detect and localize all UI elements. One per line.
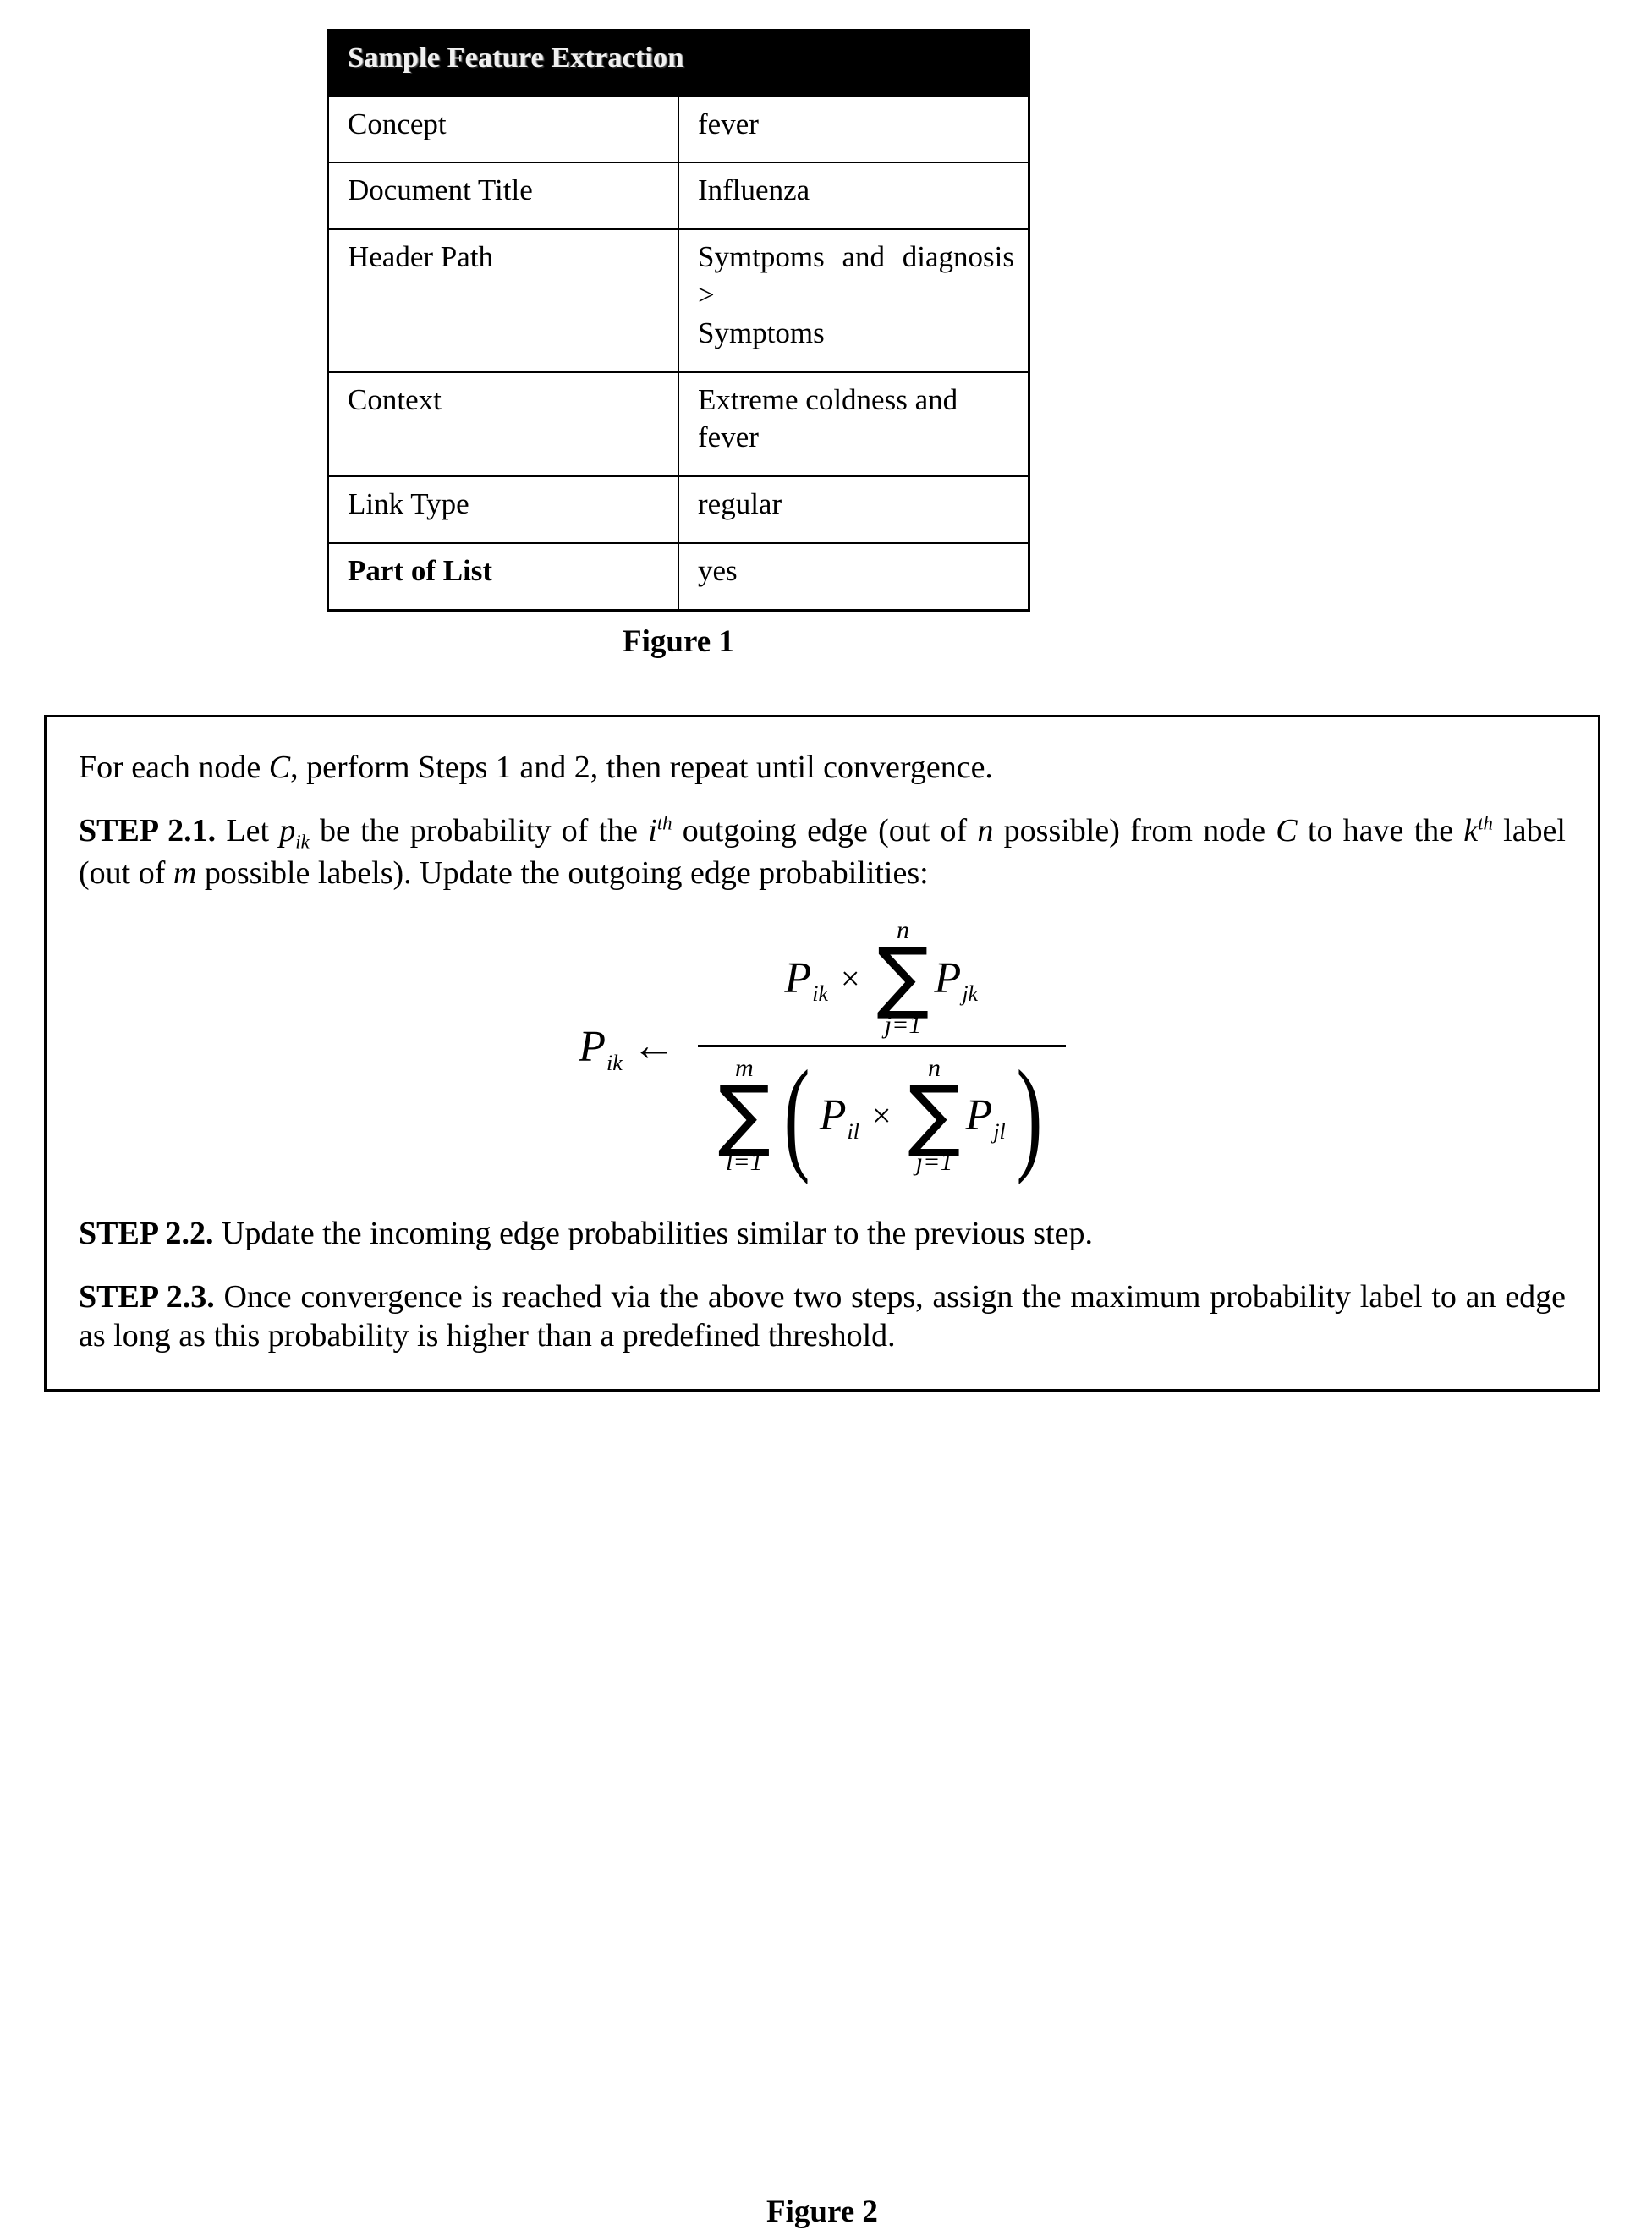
- step-2-3-paragraph: STEP 2.3. Once convergence is reached vi…: [79, 1277, 1566, 1356]
- step-2-1-t4: possible) from node: [993, 812, 1276, 849]
- step-2-3-tag: STEP 2.3.: [79, 1278, 215, 1315]
- step-2-3-text: Once convergence is reached via the abov…: [79, 1278, 1566, 1354]
- denominator-inner-expression: Pil × n ∑ j=1 Pjl: [818, 1055, 1008, 1177]
- numerator-p-ik: Pik: [784, 953, 829, 1007]
- row-value-concept: fever: [678, 95, 1030, 164]
- table-row: Context Extreme coldness and fever: [327, 371, 1030, 478]
- numerator-summation: n ∑ j=1: [872, 918, 935, 1037]
- equation-denominator: m ∑ l=1 ( Pil × n ∑ j=1 Pjl): [698, 1044, 1066, 1185]
- step-2-1-sup-th-i: th: [656, 811, 672, 833]
- numerator-p-subscript: ik: [812, 981, 828, 1007]
- step-2-1-var-k: k: [1463, 812, 1479, 849]
- denominator-outer-sum-lower-limit: l=1: [726, 1148, 763, 1177]
- row-label-link-type: Link Type: [327, 475, 679, 544]
- intro-text-before: For each node: [79, 750, 269, 785]
- equation-lhs: Pik: [579, 1022, 623, 1075]
- numerator-sum-lower-limit: j=1: [884, 1010, 922, 1039]
- numerator-times-icon: ×: [840, 958, 860, 997]
- paren-close-icon: ): [1016, 1044, 1043, 1185]
- figure-1-caption: Figure 1: [623, 623, 734, 659]
- step-2-1-paragraph: STEP 2.1. Let pik be the probability of …: [79, 811, 1566, 893]
- denominator-inner-sum-lower-limit: j=1: [915, 1148, 953, 1177]
- denominator-p-il: Pil: [819, 1090, 860, 1144]
- numerator-sigma-icon: ∑: [876, 931, 930, 1023]
- table-header-cell: Sample Feature Extraction: [327, 29, 1030, 97]
- denominator-times-icon: ×: [871, 1096, 892, 1134]
- table-header-row: Sample Feature Extraction: [327, 29, 1030, 97]
- equation-fraction: Pik × n ∑ j=1 Pjk m ∑ l=1 (Pil × n ∑ j=…: [697, 918, 1066, 1185]
- row-value-context: Extreme coldness and fever: [678, 371, 1030, 478]
- update-equation: Pik ← Pik × n ∑ j=1 Pjk m ∑ l=1 (Pil × …: [79, 918, 1566, 1185]
- algorithm-intro-line: For each node C, perform Steps 1 and 2, …: [79, 746, 1566, 789]
- paren-open-icon: (: [783, 1044, 810, 1185]
- step-2-1-t3: outgoing edge (out of: [672, 812, 978, 849]
- table-row: Document Title Influenza: [327, 162, 1030, 231]
- step-2-1-t7: possible labels). Update the outgoing ed…: [196, 854, 929, 891]
- denominator-inner-sigma-icon: ∑: [908, 1068, 961, 1160]
- numerator-p-symbol: P: [784, 953, 812, 1002]
- numerator-p2-subscript: jk: [962, 981, 979, 1007]
- table-header-title: Sample Feature Extraction: [348, 42, 684, 74]
- equation-lhs-symbol: P: [579, 1022, 606, 1071]
- denominator-p-symbol: P: [819, 1090, 847, 1140]
- denominator-inner-summation: n ∑ j=1: [903, 1055, 966, 1177]
- algorithm-box: For each node C, perform Steps 1 and 2, …: [44, 715, 1600, 1392]
- row-label-context: Context: [327, 371, 679, 478]
- step-2-1-sup-th-k: th: [1478, 811, 1493, 833]
- intro-text-after: , perform Steps 1 and 2, then repeat unt…: [290, 750, 993, 785]
- denominator-outer-summation: m ∑ l=1: [713, 1055, 776, 1177]
- row-label-part-of-list: Part of List: [327, 541, 679, 612]
- step-2-1-var-n: n: [977, 812, 994, 849]
- row-label-concept: Concept: [327, 95, 679, 164]
- equation-numerator: Pik × n ∑ j=1 Pjk: [769, 918, 994, 1044]
- figure-2-block: For each node C, perform Steps 1 and 2, …: [44, 715, 1600, 2229]
- row-label-header-path: Header Path: [327, 228, 679, 373]
- row-value-link-type: regular: [678, 475, 1030, 544]
- step-2-1-var-c: C: [1276, 812, 1298, 849]
- table-row: Header Path Symtpoms and diagnosis > Sym…: [327, 228, 1030, 373]
- row-label-document-title: Document Title: [327, 162, 679, 231]
- denominator-p2-subscript: jl: [993, 1118, 1006, 1144]
- table-row: Concept fever: [327, 95, 1030, 164]
- step-2-2-tag: STEP 2.2.: [79, 1216, 214, 1252]
- step-2-1-t5: to have the: [1297, 812, 1464, 849]
- intro-variable-c: C: [268, 750, 291, 785]
- step-2-2-paragraph: STEP 2.2. Update the incoming edge proba…: [79, 1212, 1566, 1255]
- denominator-p-subscript: il: [847, 1118, 859, 1144]
- row-value-part-of-list: yes: [678, 541, 1030, 612]
- figure-1-block: Sample Feature Extraction Concept fever …: [327, 29, 1030, 660]
- step-2-1-tag: STEP 2.1.: [79, 812, 217, 849]
- step-2-1-var-m: m: [173, 854, 197, 891]
- row-value-header-path: Symtpoms and diagnosis > Symptoms: [678, 228, 1030, 373]
- denominator-p-jl: Pjl: [965, 1090, 1007, 1144]
- sample-feature-extraction-table: Sample Feature Extraction Concept fever …: [327, 29, 1030, 612]
- numerator-p2-symbol: P: [934, 953, 962, 1002]
- equation-lhs-subscript: ik: [606, 1050, 623, 1075]
- row-value-document-title: Influenza: [678, 162, 1030, 231]
- assignment-arrow-icon: ←: [631, 1022, 676, 1071]
- denominator-p2-symbol: P: [965, 1090, 993, 1140]
- step-2-1-sub-ik: ik: [295, 831, 310, 853]
- numerator-p-jk: Pjk: [934, 953, 980, 1007]
- step-2-1-t1: Let: [216, 812, 280, 849]
- figure-2-caption: Figure 2: [766, 2194, 878, 2229]
- table-row: Part of List yes: [327, 541, 1030, 612]
- step-2-2-text: Update the incoming edge probabilities s…: [213, 1216, 1093, 1252]
- step-2-1-t2: be the probability of the: [309, 812, 649, 849]
- step-2-1-var-p: p: [279, 812, 296, 849]
- header-path-line-2: Symptoms: [698, 316, 825, 349]
- denominator-outer-sigma-icon: ∑: [717, 1068, 771, 1160]
- table-row: Link Type regular: [327, 475, 1030, 544]
- header-path-line-1: Symtpoms and diagnosis >: [698, 240, 1014, 311]
- step-2-1-var-i: i: [648, 812, 657, 849]
